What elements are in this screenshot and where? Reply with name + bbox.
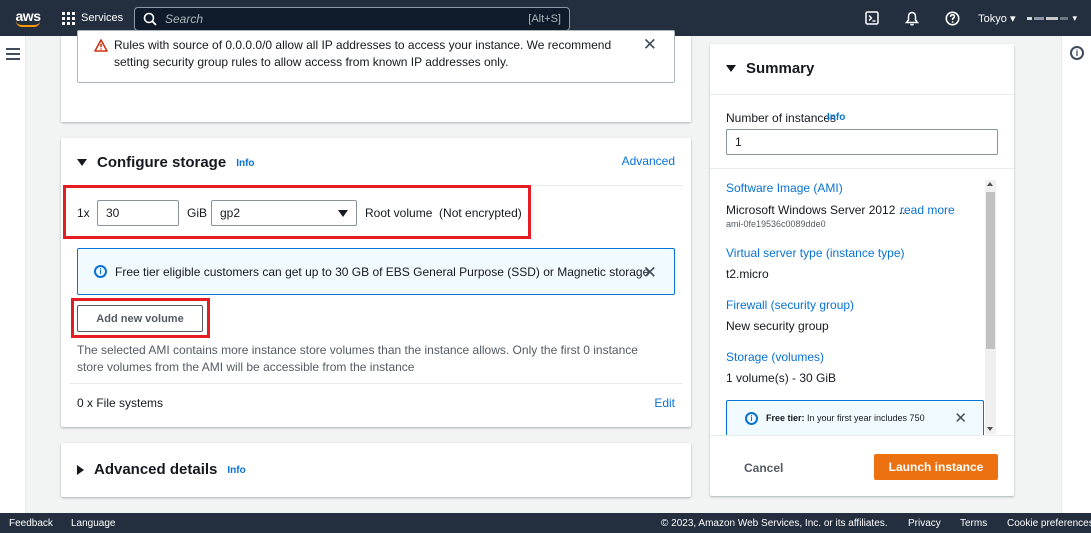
instance-type-value: t2.micro [726,267,769,281]
instance-store-note: The selected AMI contains more instance … [77,343,638,374]
caret-right-icon [77,464,84,475]
menu-icon[interactable] [6,48,20,60]
right-rail: i [1061,36,1091,513]
ami-link[interactable]: Software Image (AMI) [726,181,843,195]
advanced-details-heading[interactable]: Advanced details Info [77,461,246,478]
close-icon[interactable]: ✕ [643,36,657,53]
terms-link[interactable]: Terms [960,518,987,529]
storage-info-link[interactable]: Info [236,158,254,169]
num-instances-label: Number of instances [726,111,837,125]
divider [69,383,683,384]
storage-heading[interactable]: Configure storage Info [77,154,255,171]
security-warning-alert: Rules with source of 0.0.0.0/0 allow all… [77,30,675,83]
help-icon[interactable] [941,7,963,29]
file-systems-label: 0 x File systems [77,396,164,410]
storage-link[interactable]: Storage (volumes) [726,350,824,364]
divider [710,94,1014,95]
free-tier-text: Free tier eligible customers can get up … [115,264,650,279]
num-instances-input[interactable] [726,129,998,155]
num-instances-info-link[interactable]: Info [827,112,845,123]
search-input[interactable] [165,12,529,26]
firewall-value: New security group [726,319,829,333]
scrollbar-thumb[interactable] [986,192,995,349]
storage-value: 1 volume(s) - 30 GiB [726,371,837,385]
caret-down-icon [77,159,87,166]
free-tier-info-alert: i Free tier eligible customers can get u… [77,248,675,295]
warning-icon [94,39,108,52]
language-link[interactable]: Language [71,518,116,529]
summary-panel: Summary Number of instances Info Softwar… [710,44,1014,496]
ami-value: Microsoft Windows Server 2012 ... [726,203,909,217]
search-shortcut: [Alt+S] [528,13,561,25]
launch-instance-button[interactable]: Launch instance [874,454,998,480]
scroll-down-icon[interactable] [987,427,993,431]
warning-text: Rules with source of 0.0.0.0/0 allow all… [114,38,612,69]
info-icon: i [745,411,758,425]
summary-scrollbar[interactable] [985,180,996,434]
search-icon [143,12,157,26]
edit-file-systems-link[interactable]: Edit [654,396,675,410]
cancel-button[interactable]: Cancel [744,461,783,475]
firewall-link[interactable]: Firewall (security group) [726,298,854,312]
advanced-link[interactable]: Advanced [622,154,675,168]
smile-icon [16,21,40,27]
grid-icon [62,11,75,25]
info-icon: i [94,265,107,278]
caret-down-icon [726,65,736,72]
divider [710,168,1014,169]
left-rail [0,36,26,513]
highlight-box-volume-row [63,185,531,239]
privacy-link[interactable]: Privacy [908,518,941,529]
close-icon[interactable]: ✕ [643,264,657,281]
close-icon[interactable]: ✕ [954,410,967,427]
search-bar[interactable]: [Alt+S] [134,7,570,31]
cookie-preferences-link[interactable]: Cookie preferences [1007,518,1091,529]
summary-heading[interactable]: Summary [726,60,814,77]
aws-logo[interactable]: aws [6,0,50,36]
chevron-down-icon: ▾ [1072,12,1077,23]
copyright-text: © 2023, Amazon Web Services, Inc. or its… [661,517,888,529]
services-menu-button[interactable]: Services [62,11,123,25]
bell-icon[interactable] [901,7,923,29]
account-menu[interactable]: ▾ [1027,13,1077,24]
ami-id: ami-0fe19536c0089dde0 [726,219,826,229]
read-more-link[interactable]: read more [900,203,955,217]
scroll-up-icon[interactable] [987,182,993,186]
cloudshell-icon[interactable] [861,7,883,29]
advanced-info-link[interactable]: Info [227,465,245,476]
highlight-box-add-volume [71,298,210,338]
region-selector[interactable]: Tokyo ▾ [978,12,1015,25]
divider [710,435,1014,436]
instance-type-link[interactable]: Virtual server type (instance type) [726,246,905,260]
info-panel-icon[interactable]: i [1070,46,1084,60]
advanced-details-panel: Advanced details Info [61,443,691,497]
footer: Feedback Language © 2023, Amazon Web Ser… [0,513,1091,533]
free-tier-summary-alert: i Free tier: In your first year includes… [726,400,984,435]
feedback-link[interactable]: Feedback [9,518,53,529]
